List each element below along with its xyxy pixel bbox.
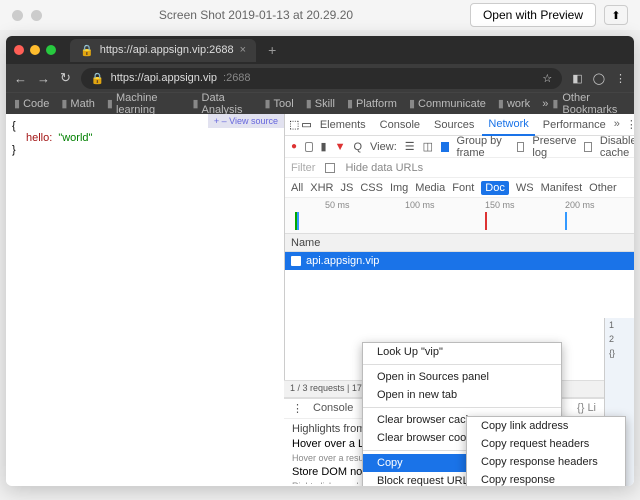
device-icon[interactable]: ▭ <box>301 118 311 131</box>
traffic-max-icon[interactable] <box>46 45 56 55</box>
tab-elements[interactable]: Elements <box>314 115 372 135</box>
type-js[interactable]: JS <box>340 182 353 194</box>
type-manifest[interactable]: Manifest <box>541 182 583 194</box>
bookmark-code[interactable]: ▮Code <box>14 97 49 110</box>
type-xhr[interactable]: XHR <box>310 182 333 194</box>
copy-submenu: Copy link address Copy request headers C… <box>466 416 626 486</box>
ctx-open-sources[interactable]: Open in Sources panel <box>363 368 561 386</box>
clear-icon[interactable] <box>305 142 312 152</box>
type-other[interactable]: Other <box>589 182 617 194</box>
bookmark-ml[interactable]: ▮Machine learning <box>107 92 181 116</box>
search-icon[interactable]: Q <box>353 141 362 153</box>
copy-response[interactable]: Copy response <box>467 471 625 486</box>
network-toolbar: ● ▮ ▼ Q View: ☰ ◫ Group by frame Preserv… <box>285 136 634 158</box>
url-input[interactable]: 🔒 https://api.appsign.vip :2688 ☆ <box>81 68 562 89</box>
devtools-more-icon[interactable]: » <box>614 118 620 131</box>
view-list-icon[interactable]: ☰ <box>405 140 415 153</box>
back-icon[interactable]: ← <box>14 71 27 86</box>
bookmark-platform[interactable]: ▮Platform <box>347 97 397 110</box>
bookmark-skill[interactable]: ▮Skill <box>306 97 335 110</box>
network-timeline[interactable]: 50 ms 100 ms 150 ms 200 ms <box>285 198 634 234</box>
filter-types: All XHR JS CSS Img Media Font Doc WS Man… <box>285 178 634 198</box>
copy-link-address[interactable]: Copy link address <box>467 417 625 435</box>
page-content: + – View source { hello: "world" } <box>6 114 284 484</box>
group-frame-checkbox[interactable] <box>441 142 448 152</box>
bookmarks-bar: ▮Code ▮Math ▮Machine learning ▮Data Anal… <box>6 92 634 114</box>
reload-icon[interactable]: ↻ <box>60 70 71 86</box>
bookmark-star-icon[interactable]: ☆ <box>542 72 552 85</box>
forward-icon[interactable]: → <box>37 71 50 86</box>
type-all[interactable]: All <box>291 182 303 194</box>
view-frame-icon[interactable]: ◫ <box>423 140 433 153</box>
traffic-close-icon[interactable] <box>14 45 24 55</box>
tab-console[interactable]: Console <box>374 115 426 135</box>
bookmark-work[interactable]: ▮work <box>498 97 530 110</box>
hide-urls-checkbox[interactable] <box>325 163 335 173</box>
document-icon <box>291 256 301 266</box>
ctx-lookup[interactable]: Look Up "vip" <box>363 343 561 361</box>
address-bar: ← → ↻ 🔒 https://api.appsign.vip :2688 ☆ ◧… <box>6 64 634 92</box>
browser-tab[interactable]: 🔒 https://api.appsign.vip:2688 × <box>70 39 256 62</box>
inspect-icon[interactable]: ⬚ <box>289 118 299 131</box>
type-ws[interactable]: WS <box>516 182 534 194</box>
open-preview-button[interactable]: Open with Preview <box>470 3 596 27</box>
profile-icon[interactable]: ◯ <box>593 72 605 85</box>
tab-title: https://api.appsign.vip:2688 <box>100 44 234 56</box>
type-doc[interactable]: Doc <box>481 181 509 195</box>
filter-input[interactable]: Filter <box>291 162 315 174</box>
new-tab-button[interactable]: + <box>268 42 276 58</box>
share-icon[interactable]: ⬆ <box>604 5 628 25</box>
type-css[interactable]: CSS <box>360 182 383 194</box>
lock-icon: 🔒 <box>91 72 105 85</box>
preserve-log-checkbox[interactable] <box>517 142 524 152</box>
mac-min-icon[interactable] <box>31 10 42 21</box>
other-bookmarks[interactable]: » ▮Other Bookmarks <box>542 92 626 116</box>
tab-sources[interactable]: Sources <box>428 115 480 135</box>
tab-performance[interactable]: Performance <box>537 115 612 135</box>
view-source-link[interactable]: + – View source <box>208 114 284 128</box>
ctx-open-newtab[interactable]: Open in new tab <box>363 386 561 404</box>
tab-favicon: 🔒 <box>80 44 94 57</box>
request-row[interactable]: api.appsign.vip <box>285 252 634 270</box>
record-icon[interactable]: ● <box>291 141 297 152</box>
camera-icon[interactable]: ▮ <box>321 140 327 153</box>
mac-close-icon[interactable] <box>12 10 23 21</box>
bookmark-math[interactable]: ▮Math <box>61 97 95 110</box>
tab-network[interactable]: Network <box>482 114 534 136</box>
disable-cache-checkbox[interactable] <box>584 142 591 152</box>
devtools-tabs: ⬚ ▭ Elements Console Sources Network Per… <box>285 114 634 136</box>
devtools-settings-icon[interactable]: ⋮ <box>626 118 634 131</box>
drawer-console-tab[interactable]: Console <box>313 402 353 415</box>
copy-response-headers[interactable]: Copy response headers <box>467 453 625 471</box>
url-host: https://api.appsign.vip <box>111 72 217 84</box>
traffic-min-icon[interactable] <box>30 45 40 55</box>
bookmark-data[interactable]: ▮Data Analysis <box>192 92 252 116</box>
type-media[interactable]: Media <box>415 182 445 194</box>
chrome-window: 🔒 https://api.appsign.vip:2688 × + ← → ↻… <box>6 36 634 486</box>
tab-close-icon[interactable]: × <box>240 44 246 56</box>
copy-request-headers[interactable]: Copy request headers <box>467 435 625 453</box>
url-port: :2688 <box>223 72 251 84</box>
extension-icon[interactable]: ◧ <box>572 72 582 85</box>
tab-bar: 🔒 https://api.appsign.vip:2688 × + <box>6 36 634 64</box>
filter-icon[interactable]: ▼ <box>335 141 346 153</box>
name-header[interactable]: Name× <box>285 234 634 252</box>
bookmark-tool[interactable]: ▮Tool <box>264 97 293 110</box>
menu-icon[interactable]: ⋮ <box>615 72 626 85</box>
type-font[interactable]: Font <box>452 182 474 194</box>
bookmark-comm[interactable]: ▮Communicate <box>409 97 486 110</box>
type-img[interactable]: Img <box>390 182 408 194</box>
window-title: Screen Shot 2019-01-13 at 20.29.20 <box>50 8 462 22</box>
